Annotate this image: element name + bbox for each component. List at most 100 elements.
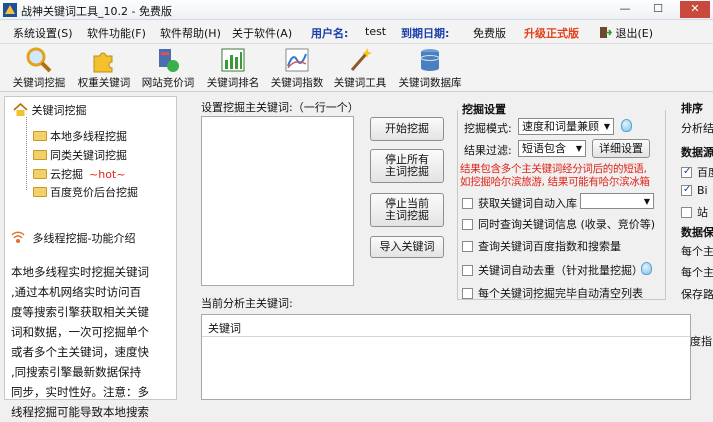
magnifier-icon [26, 47, 52, 73]
checkbox[interactable] [681, 207, 692, 218]
start-mining-button[interactable]: 开始挖掘 [370, 117, 444, 141]
intro-line: 线程挖掘可能导致本地搜索 [11, 405, 149, 419]
intro-line: 本地多线程实时挖掘关键词 [11, 265, 149, 279]
option-label: 同时查询关键词信息 (收录、竞价等) [478, 218, 656, 231]
checkbox[interactable] [462, 241, 473, 252]
folder-icon [33, 169, 47, 179]
signal-icon [11, 231, 25, 243]
filter-label: 结果过滤: [464, 144, 512, 157]
stop-all-label-2: 主词挖掘 [385, 165, 429, 178]
tree-item-cloud-mining[interactable]: 云挖掘 ~hot~ [33, 166, 125, 182]
tree-item-similar-mining[interactable]: 同类关键词挖掘 [33, 147, 127, 163]
index-chart-icon [285, 48, 309, 72]
database-select[interactable]: ▼ [580, 193, 654, 209]
results-table[interactable]: 关键词 [201, 314, 691, 400]
minimize-button[interactable]: — [612, 1, 638, 18]
menu-about[interactable]: 关于软件(A) [232, 25, 292, 41]
menu-settings[interactable]: 系统设置(S) [13, 25, 73, 41]
tool-keyword-database[interactable]: 关键词数据库 [396, 46, 464, 90]
mode-label: 挖掘模式: [464, 122, 512, 135]
tree-root[interactable]: 关键词挖掘 [13, 102, 87, 118]
data-save-title: 数据保 [681, 226, 713, 239]
intro-line: ,通过本机网络实时访问百 [11, 285, 142, 299]
current-keyword-label: 当前分析主关键词: [201, 297, 293, 310]
ranking-chart-icon [221, 48, 245, 72]
set-keywords-label: 设置挖掘主关键词:（一行一个） [201, 101, 359, 114]
option-label: 关键词自动去重（针对批量挖掘） [478, 264, 643, 277]
source-label: 百度 [697, 166, 713, 179]
tool-label: 关键词指数 [270, 77, 324, 89]
hot-badge: ~hot~ [89, 168, 126, 181]
tree-item-label: 本地多线程挖掘 [50, 130, 127, 143]
username-value: test [365, 25, 387, 38]
username-label: 用户名: [311, 27, 349, 40]
tool-label: 关键词工具 [333, 77, 387, 89]
menu-features[interactable]: 软件功能(F) [87, 25, 146, 41]
tool-keyword-mining[interactable]: 关键词挖掘 [8, 46, 70, 90]
intro-line: 同步，实时性好。注意：多 [11, 385, 149, 399]
checkbox[interactable] [462, 288, 473, 299]
right-line: 每个主 [681, 245, 713, 258]
menu-help[interactable]: 软件帮助(H) [160, 25, 221, 41]
right-panel: 排序 分析结 数据源 百度 Bi 站 数据保 每个主 每个主 保存路 度指 [676, 96, 713, 400]
source-label: 站 [697, 206, 708, 219]
detail-settings-button[interactable]: 详细设置 [592, 139, 650, 158]
tool-label: 关键词数据库 [398, 77, 462, 89]
maximize-button[interactable]: ☐ [645, 1, 671, 18]
chevron-down-icon: ▼ [643, 197, 650, 206]
site-icon [159, 49, 179, 72]
option-query-info[interactable]: 同时查询关键词信息 (收录、竞价等) [462, 216, 655, 232]
tool-weight-keywords[interactable]: 权重关键词 [74, 46, 134, 90]
lightbulb-icon[interactable] [621, 119, 632, 132]
option-label: 获取关键词自动入库 [478, 197, 577, 210]
tool-keyword-tools[interactable]: 关键词工具 [332, 46, 388, 90]
toolbar: 关键词挖掘 权重关键词 网站竞价词 关键词排名 关键词指数 关键词工具 关键词数… [0, 44, 713, 92]
menu-exit[interactable]: 退出(E) [600, 25, 653, 41]
mode-select-value: 速度和词量兼顾 [522, 120, 599, 133]
keywords-textarea[interactable] [201, 116, 354, 286]
option-auto-clear[interactable]: 每个关键词挖掘完毕自动清空列表 [462, 285, 643, 301]
checkbox[interactable] [681, 184, 692, 196]
tool-keyword-index[interactable]: 关键词指数 [268, 46, 326, 90]
source-baidu[interactable]: 百度 [681, 164, 713, 180]
stop-current-label-2: 主词挖掘 [385, 209, 429, 222]
intro-line: 或者多个主关键词，速度快 [11, 345, 149, 359]
magic-wand-icon [350, 48, 372, 71]
option-auto-import[interactable]: 获取关键词自动入库 [462, 195, 577, 211]
tool-label: 关键词挖掘 [12, 77, 66, 89]
checkbox[interactable] [462, 265, 473, 276]
tree-item-baidu-bid-mining[interactable]: 百度竞价后台挖掘 [33, 184, 138, 200]
data-source-title: 数据源 [681, 146, 713, 159]
tree-item-label: 百度竞价后台挖掘 [50, 186, 138, 199]
option-dedup[interactable]: 关键词自动去重（针对批量挖掘） [462, 262, 643, 278]
upgrade-link[interactable]: 升级正式版 [524, 25, 579, 41]
lightbulb-icon[interactable] [641, 262, 652, 275]
tool-label: 关键词排名 [206, 77, 260, 89]
checkbox[interactable] [681, 166, 692, 178]
option-baidu-index[interactable]: 查询关键词百度指数和搜索量 [462, 238, 621, 254]
import-keywords-button[interactable]: 导入关键词 [370, 236, 444, 258]
filter-select[interactable]: 短语包含 ▼ [518, 140, 586, 157]
checkbox[interactable] [462, 198, 473, 209]
column-header-index[interactable]: 度指 [690, 333, 712, 349]
expiry-value: 免费版 [473, 27, 506, 40]
checkbox[interactable] [462, 219, 473, 230]
chevron-down-icon: ▼ [575, 144, 582, 153]
tool-keyword-ranking[interactable]: 关键词排名 [204, 46, 262, 90]
tree-item-label: 云挖掘 [50, 168, 83, 181]
tree-item-local-mining[interactable]: 本地多线程挖掘 [33, 128, 127, 144]
close-button[interactable]: ✕ [680, 1, 710, 18]
column-header-keyword[interactable]: 关键词 [208, 320, 241, 336]
stop-current-button[interactable]: 停止当前 主词挖掘 [370, 193, 444, 227]
source-bing[interactable]: Bi [681, 184, 708, 197]
mode-select[interactable]: 速度和词量兼顾 ▼ [518, 118, 614, 135]
detail-settings-label: 详细设置 [599, 141, 643, 155]
title-bar: 战神关键词工具_10.2 - 免费版 — ☐ ✕ [0, 0, 713, 20]
start-mining-label: 开始挖掘 [385, 122, 429, 135]
intro-heading: 多线程挖掘-功能介绍 [11, 230, 135, 246]
stop-all-button[interactable]: 停止所有 主词挖掘 [370, 149, 444, 183]
option-label: 每个关键词挖掘完毕自动清空列表 [478, 287, 643, 300]
tool-site-bid-words[interactable]: 网站竞价词 [140, 46, 196, 90]
database-icon [420, 49, 440, 71]
source-site[interactable]: 站 [681, 204, 708, 220]
